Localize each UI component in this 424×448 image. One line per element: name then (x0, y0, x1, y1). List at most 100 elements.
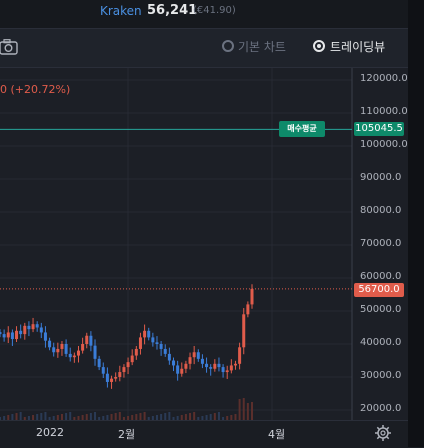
y-tick-label: 30000.0 (360, 370, 402, 381)
candle-body (76, 350, 80, 356)
y-tick-label: 40000.0 (360, 337, 402, 348)
volume-bar (44, 412, 47, 420)
candle-body (155, 342, 159, 344)
change-percent: 0 (+20.72%) (0, 83, 71, 96)
volume-bar (168, 412, 171, 420)
candle-body (118, 372, 122, 377)
candle-body (122, 367, 126, 373)
gear-icon[interactable] (374, 424, 392, 442)
candle-body (23, 325, 27, 335)
y-tick-label: 50000.0 (360, 304, 402, 315)
candle-body (72, 355, 76, 358)
candle-body (233, 363, 237, 366)
candle-body (6, 332, 10, 338)
volume-bar (19, 412, 22, 420)
candle-body (225, 370, 229, 373)
candle-body (143, 330, 147, 338)
volume-bar (69, 412, 72, 420)
volume-bar (246, 403, 249, 420)
candle-body (43, 332, 47, 341)
candle-body (192, 352, 196, 358)
y-tick-label: 20000.0 (360, 403, 402, 414)
candle-body (27, 325, 31, 330)
y-tick-label: 60000.0 (360, 271, 402, 282)
candle-body (130, 355, 134, 363)
top-bar: Kraken 56,241 (€41.90) (0, 0, 408, 29)
candle-body (188, 357, 192, 364)
time-axis-bar[interactable]: 2022 2월 4월 (0, 420, 408, 448)
avg-buy-price-tag: 105045.5 (354, 122, 404, 136)
candle-body (172, 360, 176, 366)
candle-body (159, 344, 163, 349)
volume-bar (118, 412, 121, 420)
candle-body (105, 373, 109, 382)
volume-bar (114, 413, 117, 420)
candle-body (238, 347, 242, 364)
candle-body (35, 324, 39, 328)
candle-body (85, 335, 89, 344)
candle-body (151, 337, 155, 343)
x-tick-apr: 4월 (268, 428, 286, 441)
candle-body (147, 330, 151, 338)
candle-body (81, 344, 85, 351)
candle-body (48, 340, 52, 348)
candle-body (126, 362, 130, 368)
candle-body (114, 377, 118, 379)
chart-background (0, 68, 408, 420)
candle-body (246, 304, 250, 315)
candle-body (134, 348, 138, 356)
chart-toolbar: 기본 차트 트레이딩뷰 (0, 29, 408, 68)
candle-body (56, 348, 60, 353)
radio-basic-chart[interactable] (222, 40, 234, 52)
basic-chart-label[interactable]: 기본 차트 (238, 38, 286, 55)
camera-icon[interactable] (0, 39, 18, 55)
candle-body (229, 365, 233, 371)
candle-body (15, 330, 19, 340)
candle-body (101, 367, 105, 374)
x-tick-2022: 2022 (36, 426, 64, 439)
candle-body (167, 353, 171, 361)
y-tick-label: 80000.0 (360, 205, 402, 216)
candle-body (89, 335, 93, 346)
candle-body (138, 337, 142, 349)
right-scroll-area[interactable] (408, 0, 424, 447)
candle-body (205, 363, 209, 368)
volume-bar (213, 413, 216, 420)
volume-bar (94, 412, 97, 420)
volume-bar (89, 413, 92, 420)
candle-body (110, 378, 114, 382)
candle-body (19, 330, 23, 335)
y-tick-label: 120000.0 (360, 73, 408, 84)
candle-body (93, 345, 97, 359)
candle-body (68, 353, 72, 358)
price-chart[interactable] (0, 68, 408, 420)
candle-body (97, 358, 101, 368)
current-price-tag: 56700.0 (354, 283, 404, 297)
y-tick-label: 100000.0 (360, 139, 408, 150)
volume-bar (217, 412, 220, 420)
volume-bar (40, 413, 43, 420)
candle-body (209, 367, 213, 369)
candle-body (180, 368, 184, 374)
volume-bar (15, 413, 18, 420)
candle-body (176, 365, 180, 374)
candle-body (60, 344, 64, 349)
radio-tradingview[interactable] (313, 40, 325, 52)
candle-body (196, 352, 200, 359)
candle-body (184, 363, 188, 369)
volume-bar (139, 413, 142, 420)
candle-body (200, 358, 204, 364)
volume-bar (251, 402, 253, 420)
avg-buy-tag: 매수평균 (279, 121, 325, 137)
y-tick-label: 70000.0 (360, 238, 402, 249)
exchange-name[interactable]: Kraken (100, 4, 142, 18)
volume-bar (238, 399, 241, 420)
exchange-price: 56,241 (147, 3, 198, 18)
volume-bar (189, 413, 192, 420)
candle-body (221, 367, 225, 373)
candle-body (250, 288, 254, 305)
candle-body (242, 314, 246, 348)
volume-bar (242, 398, 245, 420)
tradingview-label[interactable]: 트레이딩뷰 (330, 38, 385, 55)
y-tick-label: 110000.0 (360, 106, 408, 117)
